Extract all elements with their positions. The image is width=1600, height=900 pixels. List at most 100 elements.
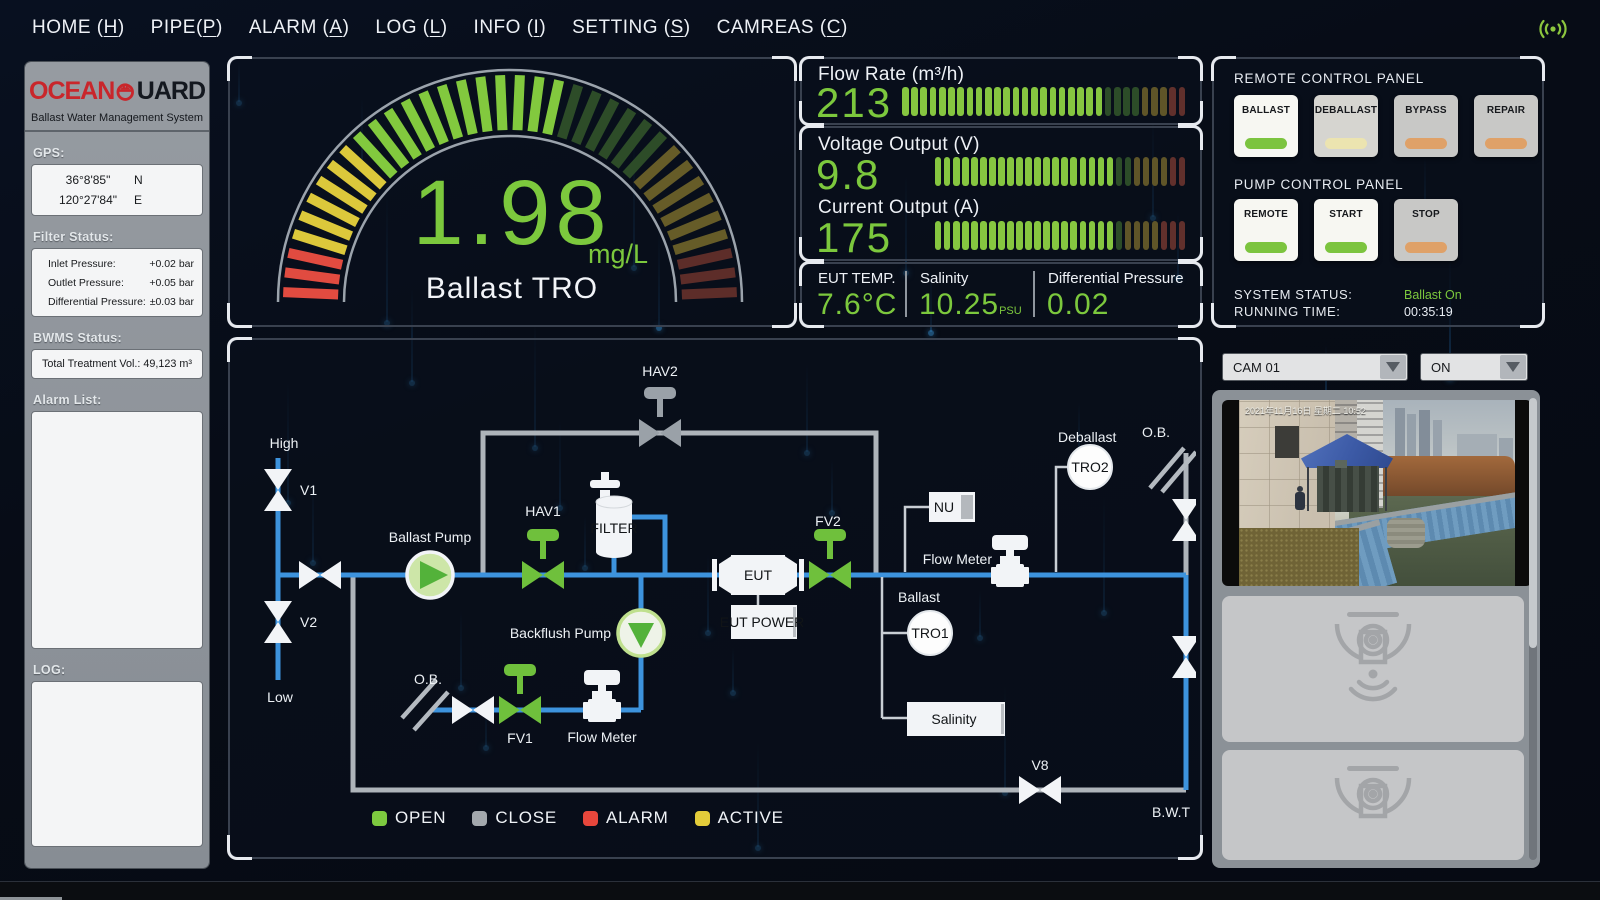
nav-cameras[interactable]: CAMREAS (C)	[717, 17, 848, 39]
bar-segment	[994, 87, 1001, 116]
eut-unit[interactable]: EUT	[712, 555, 804, 595]
legend-item: CLOSE	[472, 808, 557, 828]
log-box[interactable]	[31, 681, 203, 847]
status-pill	[1245, 138, 1287, 149]
bar-segment	[967, 87, 974, 116]
tro1-sensor[interactable]: TRO1	[908, 611, 952, 655]
bar-segment	[935, 157, 941, 186]
scrollbar-thumb[interactable]	[1529, 398, 1537, 648]
bar-segment	[1125, 221, 1131, 250]
camera-placeholder-2[interactable]	[1222, 750, 1524, 860]
legend-swatch	[372, 811, 387, 826]
remote-button[interactable]: REMOTE	[1234, 199, 1298, 261]
nav-alarm[interactable]: ALARM (A)	[249, 17, 350, 39]
bar-segment	[1068, 87, 1075, 116]
gps-lon-row: 120°27'84" E	[32, 190, 202, 210]
flow-meter-2[interactable]	[991, 535, 1029, 587]
bar-segment	[962, 157, 968, 186]
label-low: Low	[267, 689, 294, 705]
corner-bracket	[772, 303, 797, 328]
tro-label: Ballast TRO	[230, 272, 794, 306]
nav-pipe[interactable]: PIPE(P)	[151, 17, 223, 39]
bar-segment	[1043, 221, 1049, 250]
filter-unit[interactable]: FILTER	[590, 472, 638, 558]
dome-camera-icon	[1325, 610, 1421, 706]
bar-segment	[1123, 87, 1130, 116]
flow-meter-1[interactable]	[583, 670, 621, 722]
tro-gauge-panel: 1.98 mg/L Ballast TRO	[228, 57, 796, 327]
bar-segment	[948, 87, 955, 116]
flow-rate-value: 213	[816, 82, 892, 124]
corner-bracket	[1178, 56, 1203, 81]
label-v8: V8	[1031, 757, 1048, 773]
bar-segment	[1022, 87, 1029, 116]
bar-segment	[1114, 87, 1121, 116]
brand-word-ocean: OCEAN	[29, 77, 114, 106]
chevron-down-icon[interactable]	[1380, 355, 1406, 379]
bar-segment	[1061, 157, 1067, 186]
svg-text:FILTER: FILTER	[590, 520, 637, 536]
repair-button[interactable]: REPAIR	[1474, 95, 1538, 157]
valve-v8[interactable]	[1019, 776, 1061, 804]
chevron-down-icon[interactable]	[1500, 355, 1526, 379]
system-status-label: SYSTEM STATUS:	[1234, 287, 1352, 302]
status-pill	[1245, 242, 1287, 253]
bypass-button[interactable]: BYPASS	[1394, 95, 1458, 157]
label-deballast: Deballast	[1058, 429, 1116, 445]
bar-segment	[1025, 157, 1031, 186]
alarm-list-box[interactable]	[31, 411, 203, 649]
corner-bracket	[1178, 835, 1203, 860]
bar-segment	[1161, 157, 1167, 186]
sidebar: OCEAN UARD Ballast Water Management Syst…	[25, 62, 209, 868]
system-status-value: Ballast On	[1404, 288, 1462, 302]
valve-hav2[interactable]	[639, 387, 681, 447]
backflush-pump[interactable]	[618, 610, 664, 656]
label-ballast-pump: Ballast Pump	[389, 529, 472, 545]
nav-home[interactable]: HOME (H)	[32, 17, 125, 39]
button-label: DEBALLAST	[1315, 105, 1377, 116]
tro2-sensor[interactable]: TRO2	[1068, 445, 1112, 489]
camera-placeholder-1[interactable]	[1222, 596, 1524, 742]
valve-hav1[interactable]	[522, 529, 564, 589]
stop-button[interactable]: STOP	[1394, 199, 1458, 261]
bar-segment	[1107, 221, 1113, 250]
valve-sea-inlet[interactable]	[299, 561, 341, 589]
label-high: High	[270, 435, 299, 451]
nav-info[interactable]: INFO (I)	[474, 17, 547, 39]
gps-header: GPS:	[33, 146, 201, 160]
valve-v1[interactable]	[264, 469, 292, 511]
camera-scrollbar[interactable]	[1529, 398, 1537, 860]
flow-rate-bar	[902, 87, 1188, 116]
status-pill	[1405, 242, 1447, 253]
deballast-button[interactable]: DEBALLAST	[1314, 95, 1378, 157]
inlet-pressure-row: Inlet Pressure:+0.02 bar	[32, 254, 202, 273]
bar-segment	[1016, 221, 1022, 250]
valve-ob-discharge[interactable]	[452, 696, 494, 724]
nav-log[interactable]: LOG (L)	[375, 17, 447, 39]
bar-segment	[944, 157, 950, 186]
legend-swatch	[472, 811, 487, 826]
bar-segment	[1003, 87, 1010, 116]
camera-list: 2021年11月16日 星期二 10:52	[1212, 390, 1540, 868]
nav-setting[interactable]: SETTING (S)	[572, 17, 690, 39]
camera-feed-cam01[interactable]: 2021年11月16日 星期二 10:52	[1222, 400, 1532, 586]
start-button[interactable]: START	[1314, 199, 1378, 261]
camera-select-dropdown[interactable]: CAM 01	[1222, 353, 1408, 381]
ballast-pump[interactable]	[407, 552, 453, 598]
valve-fv1[interactable]	[499, 664, 541, 724]
valve-v2[interactable]	[264, 601, 292, 643]
bar-segment	[1134, 221, 1140, 250]
bar-segment	[1025, 221, 1031, 250]
label-hav1: HAV1	[525, 503, 561, 519]
bar-segment	[1169, 87, 1176, 116]
camera-power-dropdown[interactable]: ON	[1420, 353, 1528, 381]
bar-segment	[902, 87, 909, 116]
legend-swatch	[583, 811, 598, 826]
ship-logo-icon	[114, 72, 136, 110]
ballast-button[interactable]: BALLAST	[1234, 95, 1298, 157]
label-v1: V1	[300, 482, 317, 498]
corner-bracket	[227, 337, 252, 362]
svg-text:NU: NU	[934, 499, 954, 515]
valve-fv2[interactable]	[809, 529, 851, 589]
bar-segment	[1116, 157, 1122, 186]
